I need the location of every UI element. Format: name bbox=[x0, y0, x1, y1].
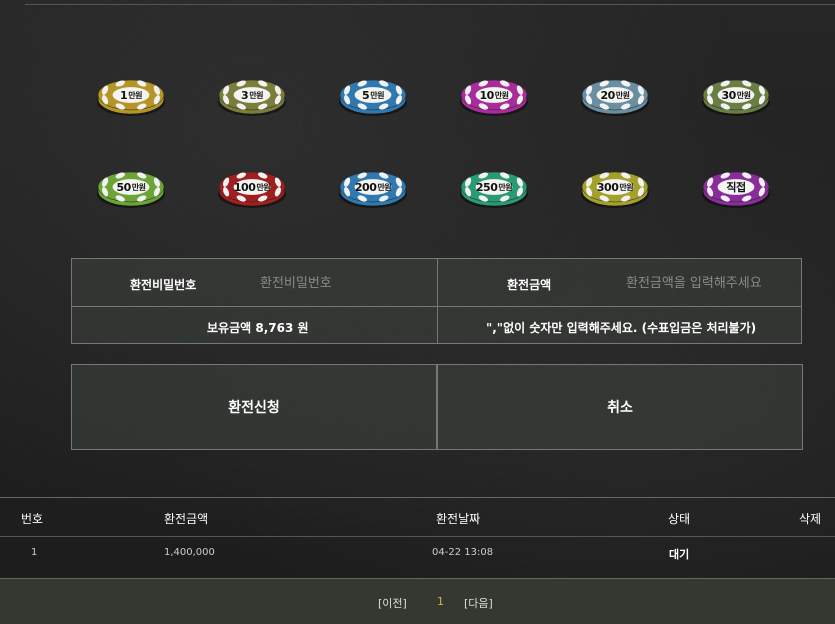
chip-value: 50 bbox=[116, 180, 131, 194]
chip-unit: 만원 bbox=[498, 182, 513, 192]
form-divider bbox=[72, 306, 801, 307]
amount-label: 환전금액 bbox=[507, 278, 552, 292]
chip-label: 1 만원 bbox=[96, 78, 166, 112]
chip-custom[interactable]: 직접 bbox=[701, 170, 771, 210]
chip-unit: 만원 bbox=[128, 90, 142, 100]
chip-unit: 만원 bbox=[370, 90, 384, 100]
pagination-bar bbox=[0, 578, 835, 624]
chip-label: 20 만원 bbox=[580, 78, 650, 112]
col-no: 번호 bbox=[21, 512, 44, 526]
row-status: 대기 bbox=[669, 548, 690, 561]
chip-unit: 만원 bbox=[619, 182, 634, 192]
col-amount: 환전금액 bbox=[164, 512, 209, 526]
col-date: 환전날짜 bbox=[436, 512, 481, 526]
chip-value: 10 bbox=[479, 88, 494, 102]
col-delete: 삭제 bbox=[799, 512, 822, 526]
row-no: 1 bbox=[31, 547, 38, 558]
chip-1[interactable]: 1 만원 bbox=[96, 78, 166, 118]
next-page-link[interactable]: [다음] bbox=[464, 595, 493, 611]
chip-10[interactable]: 10 만원 bbox=[459, 78, 529, 118]
row-date: 04-22 13:08 bbox=[432, 547, 494, 558]
col-status: 상태 bbox=[668, 512, 691, 526]
chip-30[interactable]: 30 만원 bbox=[701, 78, 771, 118]
history-header-divider bbox=[0, 536, 835, 537]
chip-value: 250 bbox=[475, 180, 498, 194]
chip-label: 50 만원 bbox=[96, 170, 166, 204]
chip-label: 3 만원 bbox=[217, 78, 287, 112]
chip-value: 5 bbox=[362, 88, 370, 102]
chip-unit: 만원 bbox=[249, 90, 263, 100]
prev-page-link[interactable]: [이전] bbox=[378, 595, 407, 611]
chip-label: 250 만원 bbox=[459, 170, 529, 204]
chip-label: 5 만원 bbox=[338, 78, 408, 112]
row-amount: 1,400,000 bbox=[164, 547, 215, 558]
chip-unit: 만원 bbox=[494, 90, 509, 100]
chip-100[interactable]: 100 만원 bbox=[217, 170, 287, 210]
chip-value: 100 bbox=[233, 180, 256, 194]
form-divider bbox=[437, 259, 438, 343]
chip-200[interactable]: 200 만원 bbox=[338, 170, 408, 210]
chip-label: 10 만원 bbox=[459, 78, 529, 112]
chip-unit: 만원 bbox=[377, 182, 392, 192]
chip-5[interactable]: 5 만원 bbox=[338, 78, 408, 118]
chip-label: 200 만원 bbox=[338, 170, 408, 204]
page-1-link[interactable]: 1 bbox=[437, 595, 444, 608]
cancel-button[interactable]: 취소 bbox=[437, 364, 803, 450]
chip-value: 200 bbox=[354, 180, 377, 194]
chip-250[interactable]: 250 만원 bbox=[459, 170, 529, 210]
history-top-border bbox=[0, 497, 835, 498]
submit-exchange-button[interactable]: 환전신청 bbox=[71, 364, 437, 450]
balance-text: 보유금액 8,763 원 bbox=[207, 321, 309, 335]
password-input[interactable] bbox=[260, 274, 430, 292]
amount-input[interactable] bbox=[626, 274, 796, 292]
chip-unit: 만원 bbox=[256, 182, 271, 192]
chip-value: 직접 bbox=[726, 181, 746, 194]
chip-3[interactable]: 3 만원 bbox=[217, 78, 287, 118]
chip-unit: 만원 bbox=[131, 182, 146, 192]
chip-300[interactable]: 300 만원 bbox=[580, 170, 650, 210]
chip-20[interactable]: 20 만원 bbox=[580, 78, 650, 118]
chip-value: 3 bbox=[241, 88, 249, 102]
chip-label: 직접 bbox=[701, 170, 771, 204]
chip-value: 300 bbox=[596, 180, 619, 194]
input-notice: ","없이 숫자만 입력해주세요. (수표입금은 처리불가) bbox=[486, 321, 757, 335]
chip-unit: 만원 bbox=[736, 90, 751, 100]
top-divider bbox=[25, 4, 835, 5]
chip-value: 20 bbox=[600, 88, 615, 102]
chip-label: 30 만원 bbox=[701, 78, 771, 112]
chip-value: 1 bbox=[120, 88, 128, 102]
chip-label: 100 만원 bbox=[217, 170, 287, 204]
chip-50[interactable]: 50 만원 bbox=[96, 170, 166, 210]
password-label: 환전비밀번호 bbox=[130, 278, 197, 292]
chip-label: 300 만원 bbox=[580, 170, 650, 204]
chip-unit: 만원 bbox=[615, 90, 630, 100]
chip-value: 30 bbox=[721, 88, 736, 102]
